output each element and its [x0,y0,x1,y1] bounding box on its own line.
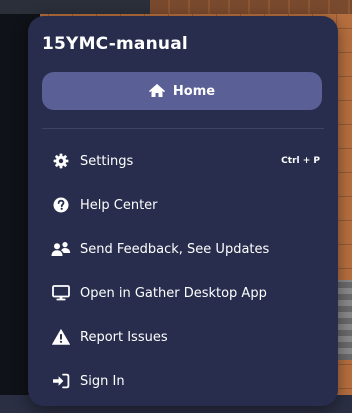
settings-menu-item[interactable]: Settings Ctrl + P [42,146,324,176]
help-center-menu-item[interactable]: Help Center [42,190,324,220]
open-desktop-app-label: Open in Gather Desktop App [80,285,267,301]
home-button[interactable]: Home [42,72,322,110]
warning-icon [50,326,72,348]
question-circle-icon [50,194,72,216]
settings-shortcut: Ctrl + P [281,156,320,166]
settings-label: Settings [80,153,134,169]
help-center-label: Help Center [80,197,158,213]
report-issues-label: Report Issues [80,329,168,345]
space-name: 15YMC-manual [42,34,188,54]
send-feedback-label: Send Feedback, See Updates [80,241,270,257]
gear-icon [50,150,72,172]
sign-in-label: Sign In [80,373,125,389]
home-icon [149,84,165,98]
open-desktop-app-menu-item[interactable]: Open in Gather Desktop App [42,278,324,308]
menu-divider [42,128,324,129]
report-issues-menu-item[interactable]: Report Issues [42,322,324,352]
scene-object [336,280,352,360]
home-button-label: Home [172,83,216,99]
desktop-icon [50,282,72,304]
sign-in-menu-item[interactable]: Sign In [42,366,324,396]
scene-wall [150,0,352,14]
sign-in-icon [50,370,72,392]
users-icon [50,238,72,260]
send-feedback-menu-item[interactable]: Send Feedback, See Updates [42,234,324,264]
main-menu: 15YMC-manual Home Settings Ctrl + P Help… [28,16,338,406]
